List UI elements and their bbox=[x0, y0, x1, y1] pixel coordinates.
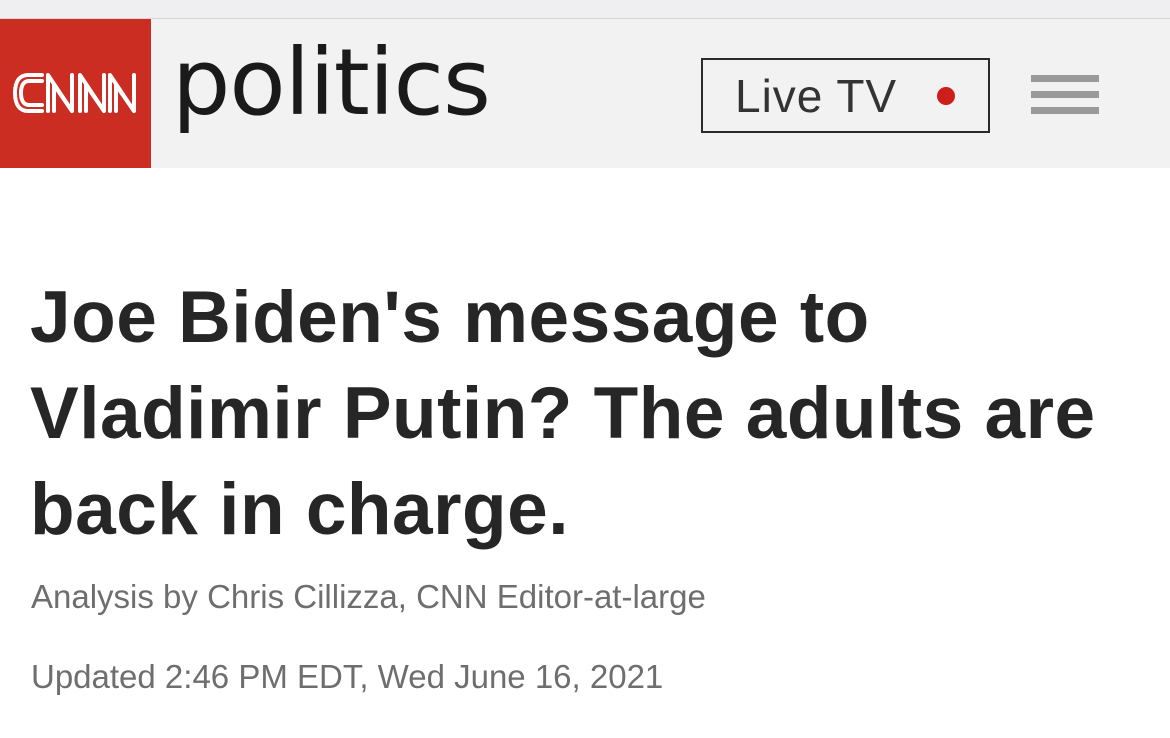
cnn-logo-icon bbox=[13, 73, 136, 113]
menu-line bbox=[1031, 107, 1099, 114]
section-title[interactable]: politics bbox=[172, 37, 491, 129]
menu-line bbox=[1031, 91, 1099, 98]
live-tv-button[interactable]: Live TV bbox=[701, 58, 990, 133]
menu-line bbox=[1031, 75, 1099, 82]
site-header: politics Live TV bbox=[0, 19, 1170, 168]
hamburger-menu-icon[interactable] bbox=[1031, 75, 1099, 123]
article-headline: Joe Biden's message to Vladimir Putin? T… bbox=[30, 277, 1096, 550]
article-updated-timestamp: Updated 2:46 PM EDT, Wed June 16, 2021 bbox=[31, 658, 664, 695]
cnn-logo[interactable] bbox=[0, 19, 151, 168]
article-byline: Analysis by Chris Cillizza, CNN Editor-a… bbox=[31, 578, 706, 615]
live-tv-label: Live TV bbox=[735, 69, 898, 122]
live-indicator-icon bbox=[937, 87, 955, 105]
browser-top-strip bbox=[0, 0, 1170, 19]
